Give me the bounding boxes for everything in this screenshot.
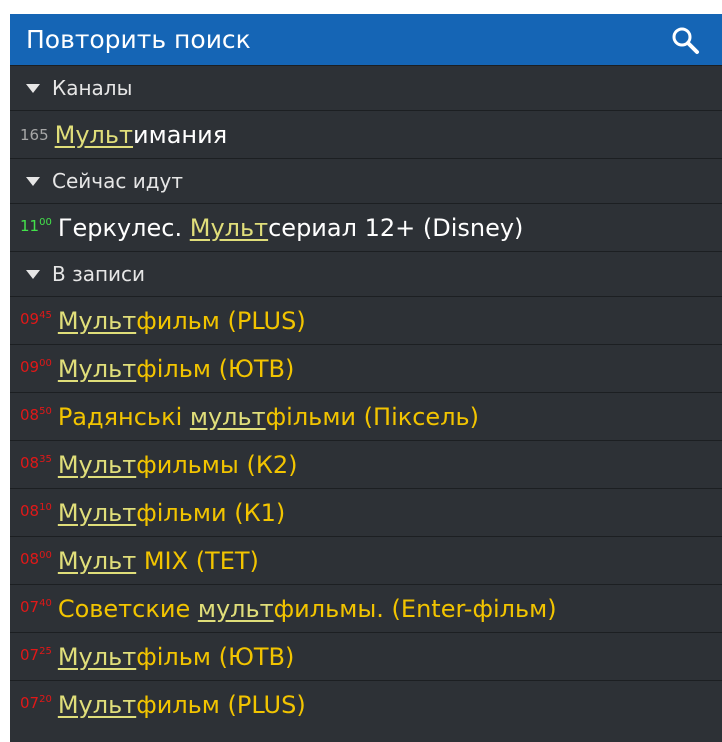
- title-rest: MIX (ТЕТ): [136, 546, 259, 575]
- recording-row[interactable]: 0720 Мультфильм (PLUS): [10, 680, 722, 728]
- title-rest: сериал 12+ (Disney): [268, 213, 524, 242]
- start-time: 0740: [20, 598, 52, 616]
- time-hour: 09: [20, 357, 40, 376]
- time-hour: 08: [20, 405, 40, 424]
- collapse-triangle-icon: [26, 176, 40, 186]
- channel-row[interactable]: 165 Мульт имания: [10, 110, 722, 158]
- recording-title: Мультфильм (PLUS): [58, 691, 306, 719]
- time-minutes: 10: [39, 501, 52, 513]
- recording-title: Мультфильмы (К2): [58, 451, 298, 479]
- time-minutes: 35: [39, 453, 52, 465]
- title-rest: фильм (PLUS): [136, 690, 306, 719]
- time-hour: 11: [20, 216, 40, 235]
- collapse-triangle-icon: [26, 269, 40, 279]
- recording-row[interactable]: 0850 Радянські мультфільми (Піксель): [10, 392, 722, 440]
- section-label: Сейчас идут: [52, 169, 184, 193]
- match-highlight: Мульт: [57, 450, 137, 479]
- match-highlight: мульт: [197, 594, 274, 623]
- recording-title: Мультфільм (ЮТВ): [58, 643, 295, 671]
- title-before: Советские: [57, 594, 198, 623]
- recording-title: Мультфільм (ЮТВ): [58, 355, 295, 383]
- match-highlight: Мульт: [57, 546, 137, 575]
- start-time: 0850: [20, 406, 52, 424]
- recording-row[interactable]: 0835 Мультфильмы (К2): [10, 440, 722, 488]
- time-hour: 07: [20, 597, 40, 616]
- time-minutes: 20: [39, 693, 52, 705]
- time-minutes: 25: [39, 645, 52, 657]
- match-highlight: Мульт: [57, 690, 137, 719]
- recording-row[interactable]: 0945 Мультфильм (PLUS): [10, 296, 722, 344]
- start-time: 0835: [20, 454, 52, 472]
- now-playing-row[interactable]: 1100 Геркулес. Мульт сериал 12+ (Disney): [10, 203, 722, 251]
- start-time: 0945: [20, 310, 52, 328]
- time-minutes: 50: [39, 405, 52, 417]
- channel-number: 165: [20, 125, 49, 144]
- start-time: 0810: [20, 502, 52, 520]
- title-rest: фільми (Піксель): [265, 402, 480, 431]
- time-minutes: 40: [39, 597, 52, 609]
- recording-row[interactable]: 0725 Мультфільм (ЮТВ): [10, 632, 722, 680]
- start-time: 1100: [20, 217, 52, 235]
- title-before: Геркулес.: [57, 213, 190, 242]
- start-time: 0900: [20, 358, 52, 376]
- time-hour: 08: [20, 549, 40, 568]
- search-icon[interactable]: [670, 25, 700, 55]
- title-rest: фильмы (К2): [136, 450, 298, 479]
- time-minutes: 00: [39, 549, 52, 561]
- title-rest: фильм (PLUS): [136, 306, 306, 335]
- title-rest: фільми (К1): [136, 498, 286, 527]
- recording-row[interactable]: 0900 Мультфільм (ЮТВ): [10, 344, 722, 392]
- recording-title: Мульт MIX (ТЕТ): [58, 547, 259, 575]
- recording-title: Радянські мультфільми (Піксель): [58, 403, 479, 431]
- time-hour: 07: [20, 693, 40, 712]
- match-highlight: Мульт: [57, 642, 137, 671]
- start-time: 0800: [20, 550, 52, 568]
- section-label: В записи: [52, 262, 146, 286]
- time-hour: 09: [20, 309, 40, 328]
- section-recordings[interactable]: В записи: [10, 251, 722, 296]
- match-highlight: Мульт: [189, 213, 269, 242]
- time-minutes: 00: [39, 357, 52, 369]
- search-title: Повторить поиск: [26, 25, 251, 54]
- channel-name-rest: имания: [133, 120, 228, 149]
- match-highlight: Мульт: [54, 120, 134, 149]
- match-highlight: Мульт: [57, 306, 137, 335]
- recording-title: Мультфильм (PLUS): [58, 307, 306, 335]
- recording-row[interactable]: 0800 Мульт MIX (ТЕТ): [10, 536, 722, 584]
- start-time: 0720: [20, 694, 52, 712]
- title-rest: фильмы. (Enter-фільм): [273, 594, 557, 623]
- time-minutes: 45: [39, 309, 52, 321]
- match-highlight: Мульт: [57, 498, 137, 527]
- time-hour: 08: [20, 453, 40, 472]
- recording-row[interactable]: 0810 Мультфільми (К1): [10, 488, 722, 536]
- time-hour: 07: [20, 645, 40, 664]
- recording-title: Мультфільми (К1): [58, 499, 285, 527]
- recording-title: Советские мультфильмы. (Enter-фільм): [58, 595, 557, 623]
- recordings-list: 0945 Мультфильм (PLUS) 0900 Мультфільм (ЮТВ…: [10, 296, 722, 728]
- time-minutes: 00: [39, 216, 52, 228]
- start-time: 0725: [20, 646, 52, 664]
- match-highlight: Мульт: [57, 354, 137, 383]
- title-before: Радянські: [57, 402, 190, 431]
- search-results-panel: Повторить поиск Каналы 165 Мульт имания С…: [10, 14, 722, 742]
- top-strip: [0, 0, 722, 14]
- repeat-search-button[interactable]: Повторить поиск: [10, 14, 722, 65]
- title-rest: фільм (ЮТВ): [136, 642, 295, 671]
- section-label: Каналы: [52, 76, 133, 100]
- section-channels[interactable]: Каналы: [10, 65, 722, 110]
- recording-row[interactable]: 0740 Советские мультфильмы. (Enter-фільм): [10, 584, 722, 632]
- collapse-triangle-icon: [26, 83, 40, 93]
- title-rest: фільм (ЮТВ): [136, 354, 295, 383]
- match-highlight: мульт: [189, 402, 266, 431]
- time-hour: 08: [20, 501, 40, 520]
- section-now-playing[interactable]: Сейчас идут: [10, 158, 722, 203]
